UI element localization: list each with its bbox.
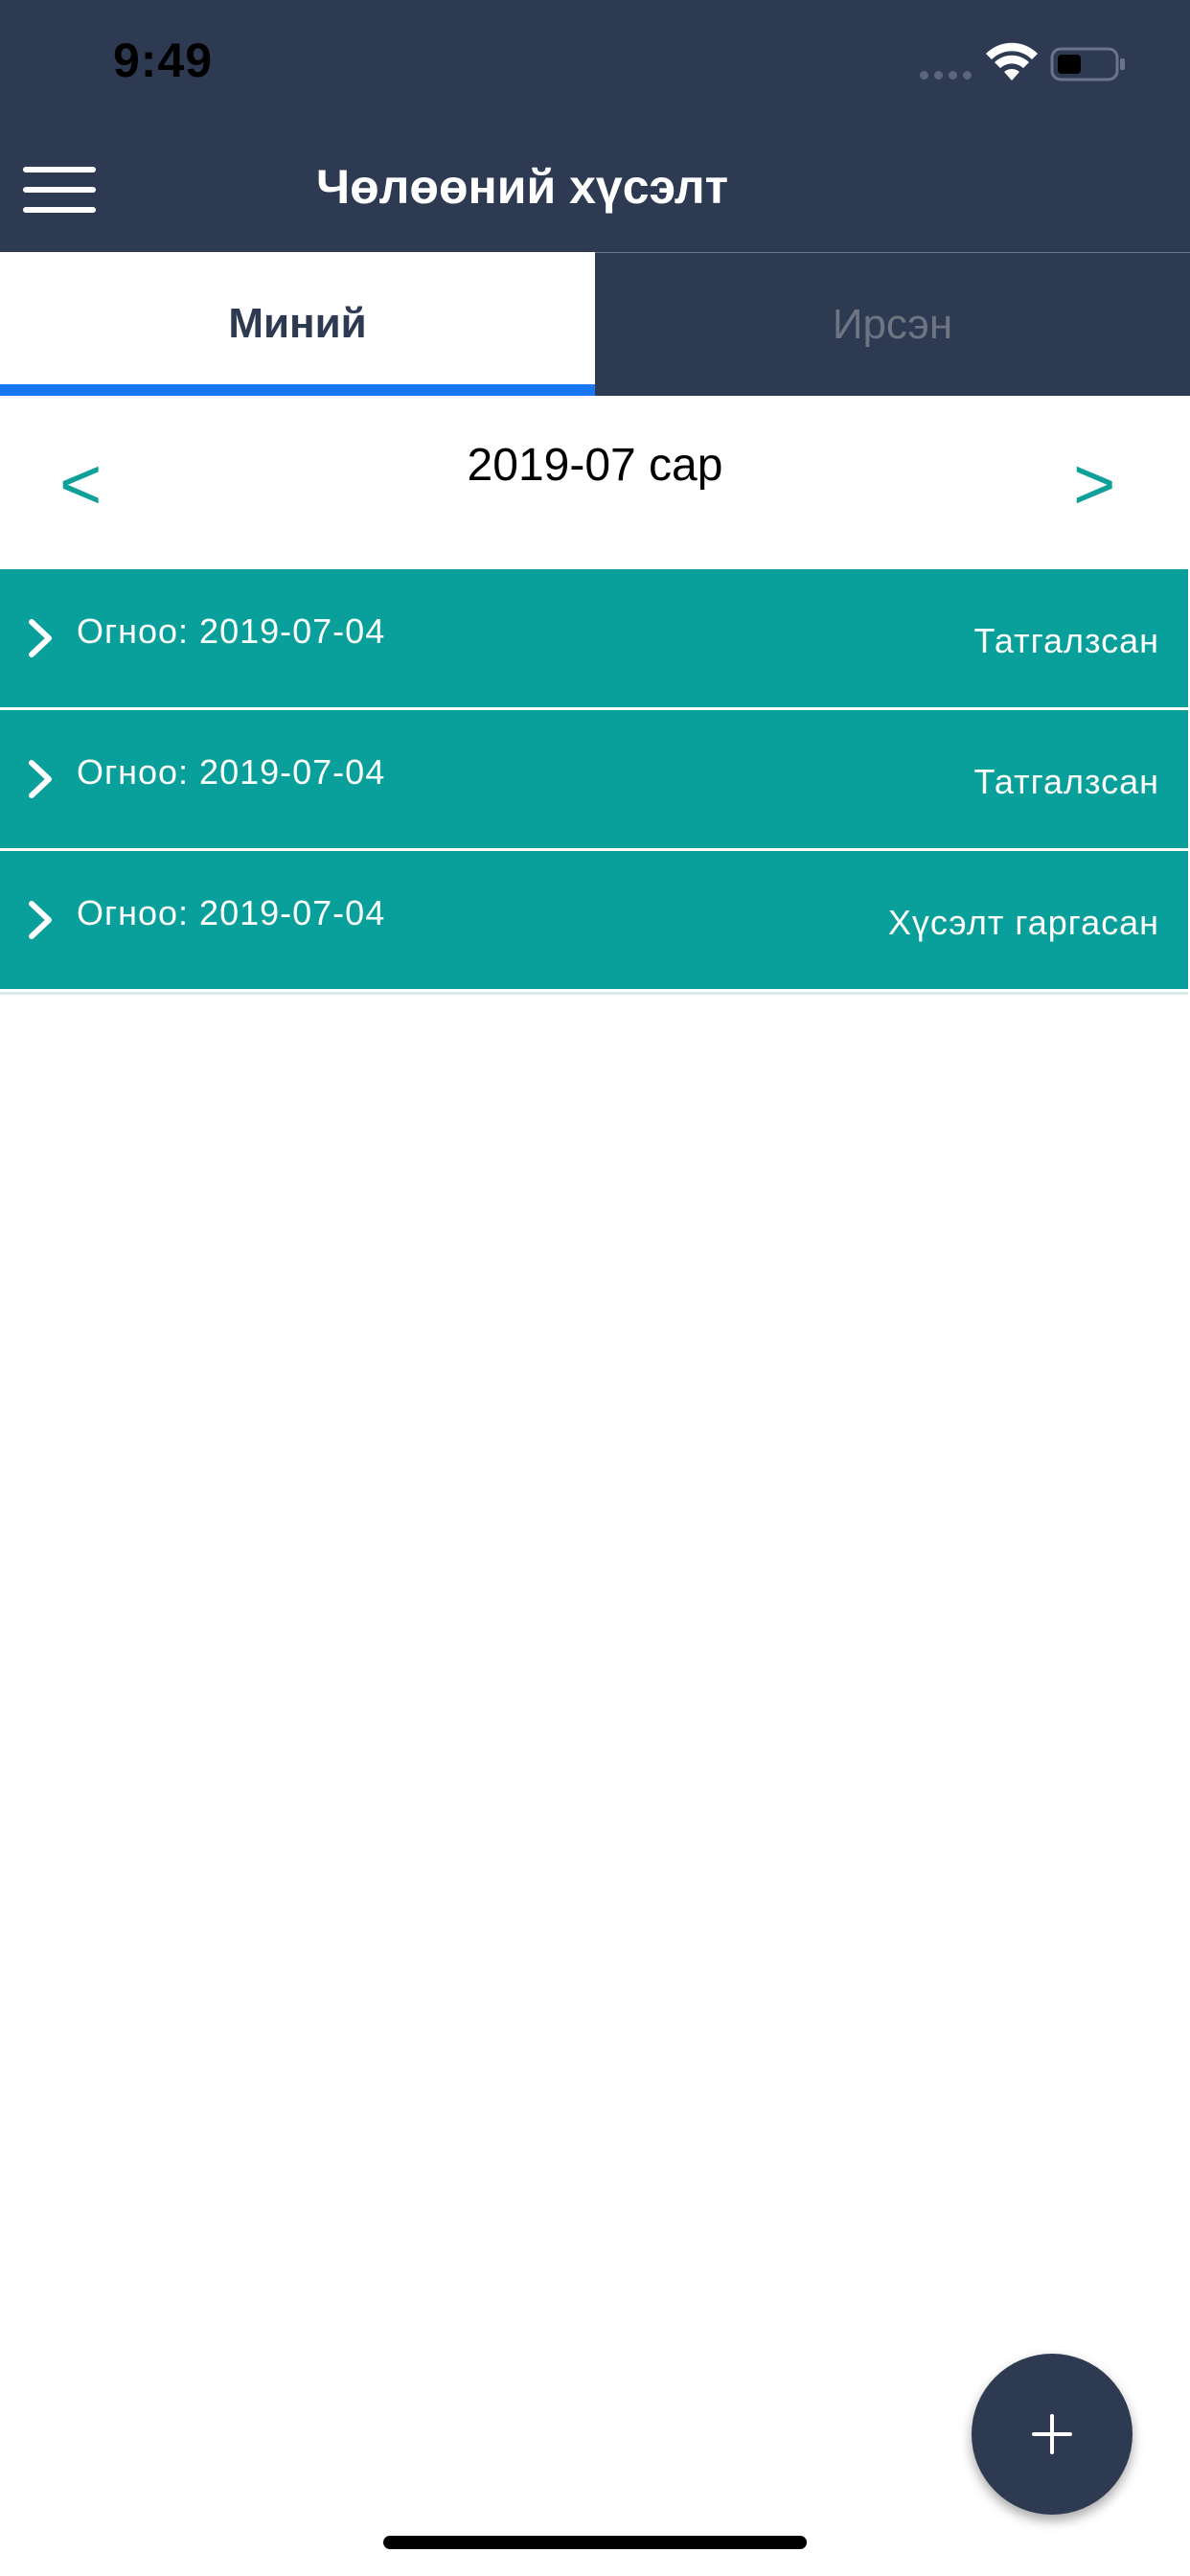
request-row[interactable]: Огноо: 2019-07-04 Хүсэлт гаргасан [0,851,1188,992]
tab-bar: Миний Ирсэн [0,252,1190,396]
request-status: Татгалзсан [973,762,1159,801]
request-status: Хүсэлт гаргасан [887,903,1159,942]
home-indicator[interactable] [383,2536,807,2549]
request-row[interactable]: Огноо: 2019-07-04 Татгалзсан [0,710,1188,851]
list-divider [0,992,1188,995]
chevron-right-icon [29,760,52,798]
previous-month-button[interactable]: < [59,447,102,523]
tab-received[interactable]: Ирсэн [595,252,1190,396]
page-title: Чөлөөний хүсэлт [316,160,729,214]
request-date: Огноо: 2019-07-04 [77,893,386,932]
request-list: Огноо: 2019-07-04 Татгалзсан Огноо: 2019… [0,569,1190,995]
next-month-button[interactable]: > [1073,447,1115,523]
plus-icon [1032,2414,1072,2454]
request-date: Огноо: 2019-07-04 [77,752,386,792]
chevron-right-icon [29,619,52,657]
current-month-label: 2019-07 сар [467,440,723,491]
app-header: 9:49 Чөлөөний хүсэлт [0,0,1190,252]
request-status: Татгалзсан [973,621,1159,660]
request-date: Огноо: 2019-07-04 [77,611,386,651]
wifi-icon [986,42,1038,80]
status-bar-time: 9:49 [113,34,214,87]
tab-mine[interactable]: Миний [0,252,595,396]
cellular-signal-icon [920,71,972,80]
chevron-right-icon [29,901,52,939]
hamburger-menu-icon[interactable] [23,167,96,213]
battery-icon [1050,47,1125,81]
request-row[interactable]: Огноо: 2019-07-04 Татгалзсан [0,569,1188,710]
add-request-button[interactable] [972,2354,1133,2515]
